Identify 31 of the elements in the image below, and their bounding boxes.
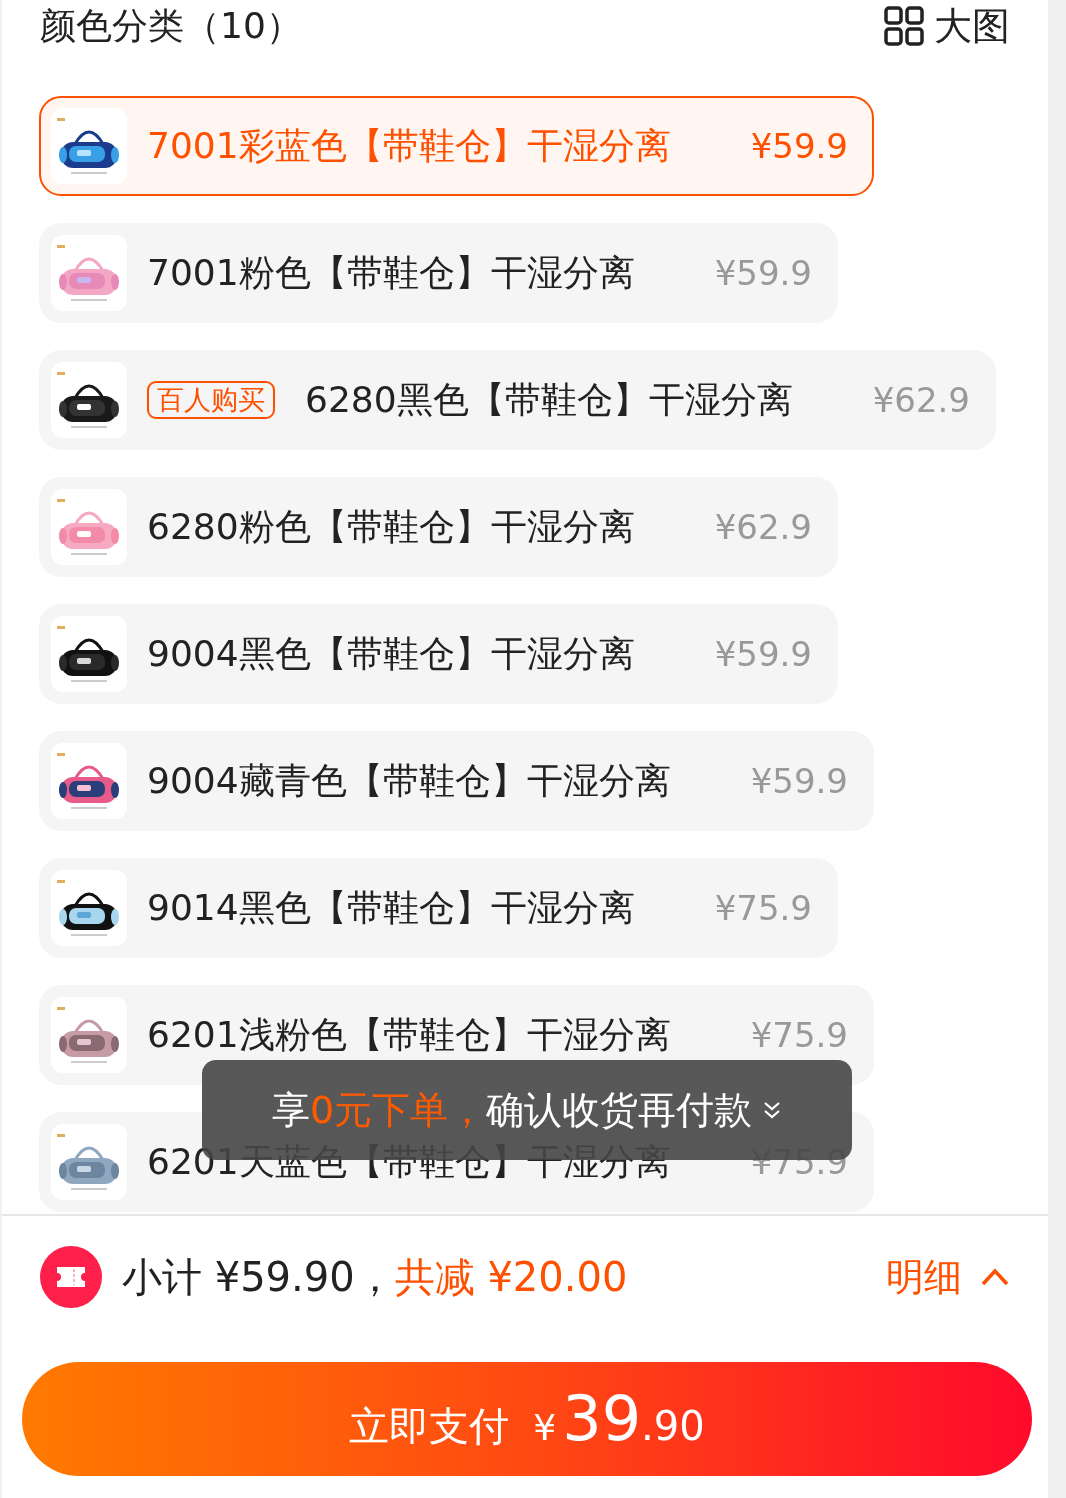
option-name: 9004藏青色【带鞋仓】干湿分离 <box>147 759 671 803</box>
option-price: ¥62.9 <box>714 507 812 547</box>
color-option[interactable]: 9014黑色【带鞋仓】干湿分离 ¥75.9 <box>39 858 838 958</box>
color-option[interactable]: 百人购买 6280黑色【带鞋仓】干湿分离 ¥62.9 <box>39 350 996 450</box>
option-name: 7001彩蓝色【带鞋仓】干湿分离 <box>147 124 671 168</box>
color-option[interactable]: 7001粉色【带鞋仓】干湿分离 ¥59.9 <box>39 223 838 323</box>
option-price: ¥59.9 <box>750 761 848 801</box>
coupon-icon <box>40 1246 102 1308</box>
color-option[interactable]: 9004藏青色【带鞋仓】干湿分离 ¥59.9 <box>39 731 874 831</box>
discount-text: 共减 ¥20.00 <box>394 1252 628 1302</box>
color-option[interactable]: 9004黑色【带鞋仓】干湿分离 ¥59.9 <box>39 604 838 704</box>
subtotal-text: 小计 ¥59.90， <box>122 1252 395 1302</box>
large-view-button[interactable]: 大图 <box>884 0 1010 52</box>
chevron-up-icon <box>980 1267 1010 1287</box>
section-title: 颜色分类（10） <box>40 3 302 48</box>
option-name: 6280黑色【带鞋仓】干湿分离 <box>305 378 793 422</box>
option-price: ¥59.9 <box>750 126 848 166</box>
color-option[interactable]: 6280粉色【带鞋仓】干湿分离 ¥62.9 <box>39 477 838 577</box>
popularity-tag: 百人购买 <box>147 381 275 419</box>
option-price: ¥75.9 <box>714 888 812 928</box>
option-name: 9004黑色【带鞋仓】干湿分离 <box>147 632 635 676</box>
pay-button[interactable]: 立即支付 ¥39.90 <box>22 1362 1032 1476</box>
option-name: 9014黑色【带鞋仓】干湿分离 <box>147 886 635 930</box>
option-price: ¥59.9 <box>714 253 812 293</box>
option-price: ¥75.9 <box>750 1015 848 1055</box>
option-name: 6201浅粉色【带鞋仓】干湿分离 <box>147 1013 671 1057</box>
option-price: ¥62.9 <box>872 380 970 420</box>
grid-icon <box>884 6 924 46</box>
option-name: 6280粉色【带鞋仓】干湿分离 <box>147 505 635 549</box>
option-price: ¥59.9 <box>714 634 812 674</box>
option-name: 7001粉色【带鞋仓】干湿分离 <box>147 251 635 295</box>
